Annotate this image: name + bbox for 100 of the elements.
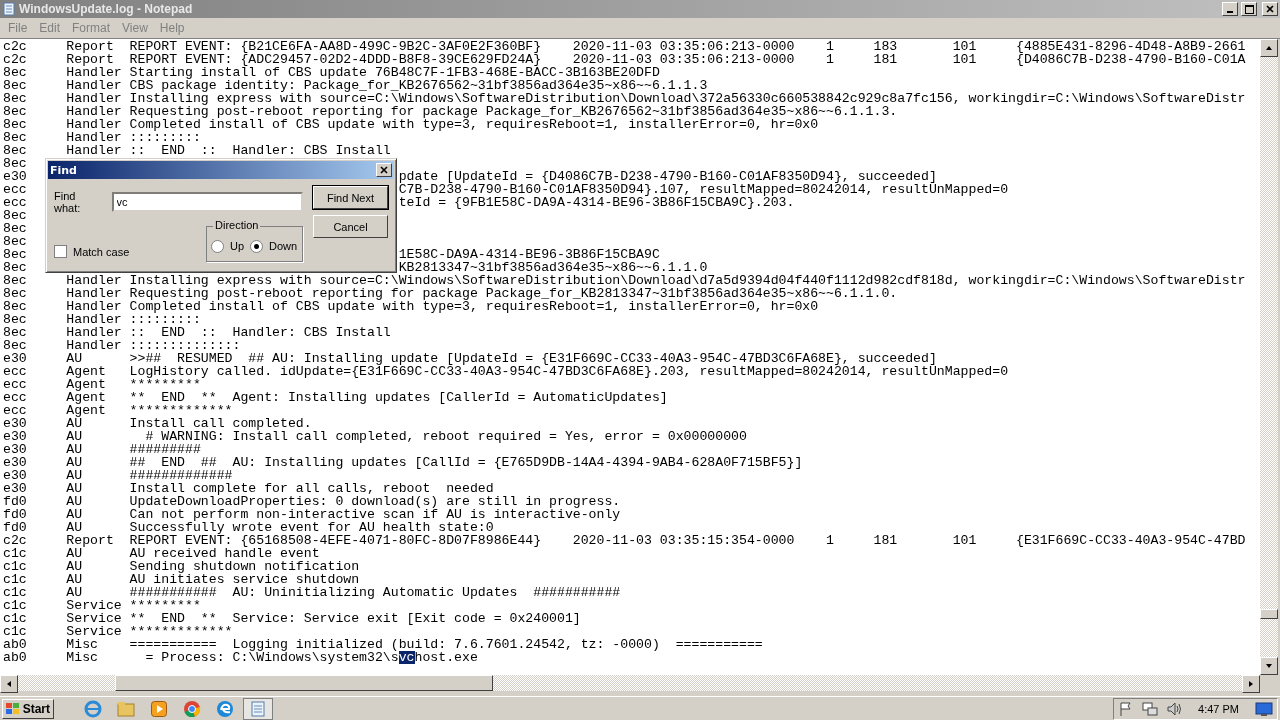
log-line: host.exe — [414, 651, 478, 664]
log-line: e30 AU ## END ## AU: Installing updates [CallId = {E765D9DB-14A4-4394-9AB4-628A0F715BF5}] — [3, 456, 804, 469]
log-line: 8ec — [3, 222, 27, 235]
log-line: e30 AU >>## RESUMED ## AU: Installing update [UpdateId = {E31F669C-CC33-40A3-954C-47BD3C6FA68E}, succeeded] — [3, 352, 937, 365]
left-arrow-icon — [5, 680, 13, 688]
close-icon — [1266, 5, 1274, 13]
log-line: fd0 AU Can not perform non-interactive scan if AU is interactive-only — [3, 508, 622, 521]
speaker-icon[interactable] — [1166, 700, 1183, 717]
vertical-scrollbar[interactable] — [1260, 39, 1278, 675]
right-arrow-icon — [1247, 680, 1255, 688]
log-line: C7B-D238-4790-B160-C01AF8350D94}.107, resultMapped=80242014, resultUnMapped=0 — [398, 183, 1009, 196]
taskbar-app-button[interactable] — [243, 697, 273, 720]
log-line: c2c Report REPORT EVENT: {B21CE6FA-AA8D-499C-9B2C-3AF0E2F360BF} 2020-11-03 03:35:06:213-0000 1 183 101 {4885E431-8296-4D48-A8B9-2661 — [3, 40, 1247, 53]
match-case-checkbox[interactable] — [54, 245, 67, 258]
notepad-icon — [250, 700, 266, 717]
selected-text: vc — [398, 651, 415, 664]
match-case-label: Match case — [73, 245, 130, 258]
log-line: 8ec Handler Installing express with source=C:\Windows\SoftwareDistribution\Download\372a56330c660538842c929c8a7fc156, workingdir=C:\Windows\SoftwareDistr — [3, 92, 1247, 105]
log-line: ecc Agent ** END ** Agent: Installing updates [CallerId = AutomaticUpdates] — [3, 391, 669, 404]
log-line: ecc Agent LogHistory called. idUpdate={E31F669C-CC33-40A3-954C-47BD3C6FA68E}.203, resultMapped=80242014, resultUnMapped=0 — [3, 365, 1010, 378]
window-title: WindowsUpdate.log - Notepad — [19, 2, 194, 16]
maximize-icon — [1244, 4, 1254, 14]
log-line: ab0 Misc = Process: C:\Windows\system32\s — [3, 651, 399, 664]
log-line: 8ec Handler Requesting post-reboot reporting for package Package_for_KB2676562~31bf3856ad364e35~x86~~6.1.1.3. — [3, 105, 899, 118]
close-button[interactable] — [376, 163, 392, 177]
log-line: 8ec Handler Completed install of CBS update with type=3, requiresReboot=1, installerError=0, hr=0x0 — [3, 300, 819, 313]
find-what-field[interactable]: vc — [111, 192, 303, 212]
log-line: e30 — [3, 170, 27, 183]
log-line: 8ec — [3, 261, 27, 274]
log-line: c2c Report REPORT EVENT: {65168508-4EFE-4071-80FC-8D07F8986E44} 2020-11-03 03:35:15:354-0000 1 181 101 {E31F669C-CC33-40A3-954C-47BD — [3, 534, 1247, 547]
log-line: c1c AU AU received handle event — [3, 547, 320, 560]
scroll-thumb[interactable] — [115, 675, 493, 691]
log-line: pdate [UpdateId = {D4086C7B-D238-4790-B160-C01AF8350D94}, succeeded] — [398, 170, 937, 183]
log-line: ecc Agent ********* — [3, 378, 202, 391]
scroll-thumb[interactable] — [1260, 609, 1278, 619]
log-line: e30 AU Install complete for all calls, reboot needed — [3, 482, 495, 495]
direction-label: Direction — [213, 219, 261, 231]
close-button[interactable] — [1262, 2, 1278, 16]
log-line: fd0 AU UpdateDownloadProperties: 0 download(s) are still in progress. — [3, 495, 622, 508]
log-line: 8ec Handler Installing express with source=C:\Windows\SoftwareDistribution\Download\d7a5d9394d04f440f1112d982cdf818d, workingdir=C:\Windows\SoftwareDistr — [3, 274, 1247, 287]
log-line: KB2813347~31bf3856ad364e35~x86~~6.1.1.0 — [398, 261, 708, 274]
browser-icon — [84, 699, 102, 718]
log-line: 8ec Handler ::::::::: — [3, 313, 202, 326]
play-icon — [151, 700, 167, 717]
log-line: 8ec Handler ::::::::: — [3, 131, 202, 144]
log-line: 8ec Handler CBS package identity: Package_for_KB2676562~31bf3856ad364e35~x86~~6.1.1.3 — [3, 79, 708, 92]
log-line: 8ec — [3, 157, 27, 170]
log-line: ecc — [3, 183, 27, 196]
radio-button[interactable] — [250, 239, 264, 253]
log-line: 8ec Handler :::::::::::::: — [3, 339, 242, 352]
log-line: c1c Service ********* — [3, 599, 202, 612]
log-line: 8ec Handler Requesting post-reboot reporting for package Package_for_KB2813347~31bf3856ad364e35~x86~~6.1.1.0. — [3, 287, 899, 300]
network-icon[interactable] — [1142, 700, 1159, 717]
dialog-title: Find — [50, 163, 77, 177]
log-line: 8ec Handler :: END :: Handler: CBS Install — [3, 144, 392, 157]
log-line: 1E58C-DA9A-4314-BE96-3B86F15CBA9C — [398, 248, 660, 261]
log-line: teId = {9FB1E58C-DA9A-4314-BE96-3B86F15CBA9C}.203. — [398, 196, 795, 209]
log-line: c1c Service ** END ** Service: Service exit [Exit code = 0x240001] — [3, 612, 582, 625]
log-line: 8ec Handler Starting install of CBS update 76B48C7F-1FB3-468E-BACC-3B163BE20DFD — [3, 66, 660, 79]
log-line: 8ec — [3, 248, 27, 261]
log-line: c1c Service ************* — [3, 625, 234, 638]
log-line: e30 AU # WARNING: Install call completed, reboot required = Yes, error = 0x00000000 — [3, 430, 748, 443]
clock[interactable]: 4:47 PM — [1198, 702, 1239, 715]
text-area[interactable] — [0, 39, 1260, 675]
radio-button[interactable] — [211, 239, 224, 253]
scroll-right-button[interactable] — [1242, 675, 1260, 693]
maximize-button[interactable] — [1241, 2, 1257, 16]
log-line: e30 AU ############# — [3, 469, 234, 482]
log-line: c1c AU AU initiates service shutdown — [3, 573, 361, 586]
log-line: 8ec Handler Completed install of CBS update with type=3, requiresReboot=1, installerError=0, hr=0x0 — [3, 118, 819, 131]
scroll-down-button[interactable] — [1260, 657, 1278, 675]
log-line: e30 AU ######### — [3, 443, 202, 456]
scroll-up-button[interactable] — [1260, 39, 1278, 57]
down-arrow-icon — [1265, 662, 1273, 670]
log-line: c1c AU Sending shutdown notification — [3, 560, 361, 573]
start-button[interactable]: Start — [2, 698, 54, 719]
radio-label: Up — [230, 240, 245, 252]
log-line: e30 AU Install call completed. — [3, 417, 313, 430]
log-line: ab0 Misc =========== Logging initialized (build: 7.6.7601.24542, tz: -0000) =========== — [3, 638, 764, 651]
log-line: 8ec — [3, 235, 27, 248]
desktop-icon[interactable] — [1255, 700, 1273, 717]
up-arrow-icon — [1265, 44, 1273, 52]
scroll-left-button[interactable] — [0, 675, 18, 693]
radio-label: Down — [269, 240, 298, 252]
windows-icon — [6, 702, 20, 715]
horizontal-scrollbar[interactable] — [0, 675, 1260, 691]
notepad-icon — [2, 2, 16, 16]
close-icon — [380, 166, 388, 174]
folder-icon — [117, 700, 135, 717]
minimize-button[interactable] — [1222, 2, 1238, 16]
find-next-button[interactable]: Find Next — [313, 186, 388, 209]
find-what-label: Find what: — [54, 190, 82, 214]
log-line: 8ec Handler :: END :: Handler: CBS Install — [3, 326, 392, 339]
cancel-button[interactable]: Cancel — [313, 215, 388, 238]
log-line: c2c Report REPORT EVENT: {ADC29457-02D2-4DDD-B8F8-39CE629FD24A} 2020-11-03 03:35:06:213-0000 1 181 101 {D4086C7B-D238-4790-B160-C01A — [3, 53, 1247, 66]
log-line: ecc — [3, 196, 27, 209]
log-line: 8ec — [3, 209, 27, 222]
log-line: fd0 AU Successfully wrote event for AU health state:0 — [3, 521, 494, 534]
log-line: ecc Agent ************* — [3, 404, 233, 417]
log-line: c1c AU ########### AU: Uninitializing Automatic Updates ########### — [3, 586, 622, 599]
